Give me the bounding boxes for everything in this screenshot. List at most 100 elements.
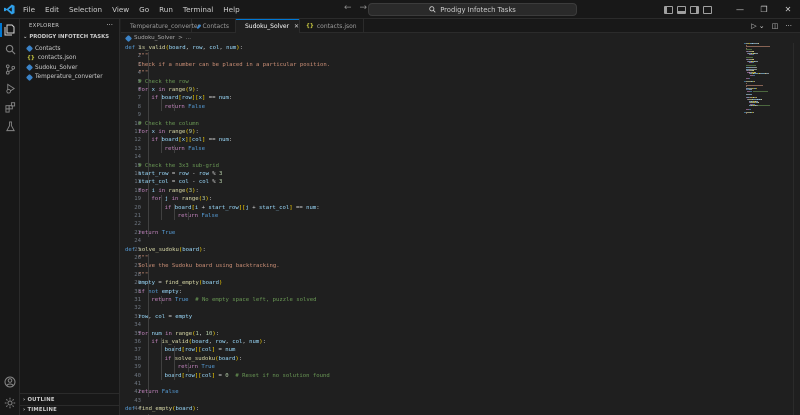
toggle-primary-sidebar-icon[interactable]	[664, 5, 673, 14]
code-text: def solve_sudoku(board):	[125, 246, 206, 254]
code-token: return	[138, 229, 162, 236]
split-editor-icon[interactable]: ◫	[772, 22, 779, 30]
code-line: 41	[121, 380, 721, 388]
run-and-debug-icon[interactable]	[3, 81, 17, 95]
minimap-line	[752, 91, 768, 92]
code-text: for num in range(1, 10):	[138, 330, 219, 338]
code-line: 39 return True	[121, 363, 721, 371]
tab-temperature-converter[interactable]: Temperature_converter	[121, 19, 200, 33]
code-line: 4 """	[121, 69, 721, 77]
menu-bar: File Edit Selection View Go Run Terminal Help	[18, 0, 245, 19]
more-actions-icon[interactable]: ···	[106, 21, 113, 29]
breadcrumb-rest[interactable]: ...	[186, 35, 191, 41]
editor-scrollbar[interactable]	[793, 43, 800, 415]
minimap-line	[750, 91, 752, 92]
tab-contacts[interactable]: Contacts	[192, 19, 236, 33]
code-token: in	[155, 87, 169, 93]
line-number: 41	[134, 381, 141, 387]
python-icon	[125, 24, 129, 28]
command-center[interactable]: Prodigy Infotech Tasks	[368, 3, 577, 16]
source-control-icon[interactable]	[3, 62, 17, 76]
workspace-folder[interactable]: ⌄ PRODIGY INFOTECH TASKS	[23, 34, 109, 40]
explorer-sidebar: EXPLORER ··· ⌄ PRODIGY INFOTECH TASKS Co…	[20, 19, 120, 415]
minimap-line	[751, 54, 754, 56]
menu-item[interactable]: Selection	[64, 0, 107, 19]
menu-item[interactable]: File	[18, 0, 40, 19]
chevron-right-icon: ›	[23, 397, 26, 403]
line-number: 8	[137, 103, 141, 110]
minimap-line	[751, 62, 754, 64]
menu-item[interactable]: Edit	[40, 0, 64, 19]
chevron-down-icon: ⌄	[23, 34, 28, 40]
menu-item[interactable]: Run	[154, 0, 178, 19]
toggle-panel-icon[interactable]	[677, 5, 686, 14]
code-token: find_empty	[138, 406, 173, 413]
code-line: 34	[121, 321, 721, 329]
close-button[interactable]: ✕	[776, 0, 800, 19]
code-token: range	[168, 87, 186, 93]
account-icon[interactable]	[3, 375, 17, 389]
forward-arrow-icon[interactable]: →	[360, 3, 368, 13]
code-token: +	[198, 204, 209, 211]
code-line: 14	[121, 153, 721, 161]
restore-button[interactable]: ❐	[752, 0, 776, 19]
minimap[interactable]	[744, 43, 790, 123]
code-token: return	[164, 145, 189, 152]
code-token: -	[188, 179, 199, 186]
code-token: row	[192, 45, 203, 51]
code-line: 33 row, col = empty	[121, 313, 721, 321]
file-item[interactable]: {} contacts.json	[27, 54, 76, 63]
timeline-section[interactable]: › TIMELINE	[23, 407, 57, 413]
section-divider	[20, 405, 120, 406]
breadcrumb-file[interactable]: Sudoku_Solver	[134, 35, 175, 41]
code-line: 12 if board[x][col] == num:	[121, 136, 721, 144]
minimap-line	[753, 75, 756, 76]
menu-item[interactable]: Help	[218, 0, 244, 19]
tab-sudoku-solver[interactable]: Sudoku_Solver ✕	[236, 19, 300, 33]
search-icon[interactable]	[3, 42, 17, 56]
code-text: if board[x][col] == num:	[151, 136, 232, 144]
code-line: 22	[121, 220, 721, 228]
testing-icon[interactable]	[3, 119, 17, 133]
tab-label: Sudoku_Solver	[245, 22, 290, 30]
menu-item[interactable]: View	[107, 0, 134, 19]
breadcrumb: Sudoku_Solver > ...	[121, 33, 191, 43]
file-item[interactable]: Sudoku_Solver	[25, 63, 78, 72]
extensions-icon[interactable]	[3, 100, 17, 114]
close-icon[interactable]: ✕	[294, 23, 299, 30]
minimize-button[interactable]: —	[728, 0, 752, 19]
menu-item[interactable]: Go	[134, 0, 154, 19]
tab-contacts-json[interactable]: {} contacts.json	[300, 19, 364, 33]
settings-gear-icon[interactable]	[3, 396, 17, 410]
code-text: """	[138, 271, 148, 279]
more-actions-icon[interactable]: ···	[785, 22, 792, 30]
indent-guide	[161, 195, 163, 221]
explorer-icon[interactable]	[3, 23, 17, 37]
file-item[interactable]: Contacts	[25, 44, 61, 53]
toggle-secondary-sidebar-icon[interactable]	[690, 5, 699, 14]
code-token: +	[248, 204, 259, 211]
menu-item[interactable]: Terminal	[178, 0, 218, 19]
line-number: 36	[134, 339, 141, 345]
minimap-line	[745, 84, 764, 86]
code-line: 37 board[row][col] = num	[121, 346, 721, 354]
code-token: =	[155, 280, 166, 287]
code-token: is_valid	[138, 45, 166, 51]
code-token: return	[164, 103, 189, 110]
code-editor[interactable]: 1 def is_valid(board, row, col, num): 2 """…	[121, 43, 741, 415]
run-python-file-icon[interactable]: ▷ ⌄	[751, 22, 764, 30]
code-token: =	[168, 171, 179, 177]
python-icon	[240, 24, 244, 28]
customize-layout-icon[interactable]	[703, 5, 712, 14]
code-token: """	[138, 70, 149, 77]
code-token: range	[181, 196, 199, 203]
file-item[interactable]: Temperature_converter	[25, 73, 103, 82]
title-bar: File Edit Selection View Go Run Terminal Help ←…	[0, 0, 800, 19]
code-token: :	[228, 95, 233, 102]
outline-section[interactable]: › OUTLINE	[23, 397, 55, 403]
back-arrow-icon[interactable]: ←	[344, 3, 352, 13]
code-token: in	[155, 129, 169, 135]
code-token: for	[138, 87, 152, 93]
code-token: col	[201, 372, 212, 379]
file-item-label: Sudoku_Solver	[35, 64, 78, 71]
